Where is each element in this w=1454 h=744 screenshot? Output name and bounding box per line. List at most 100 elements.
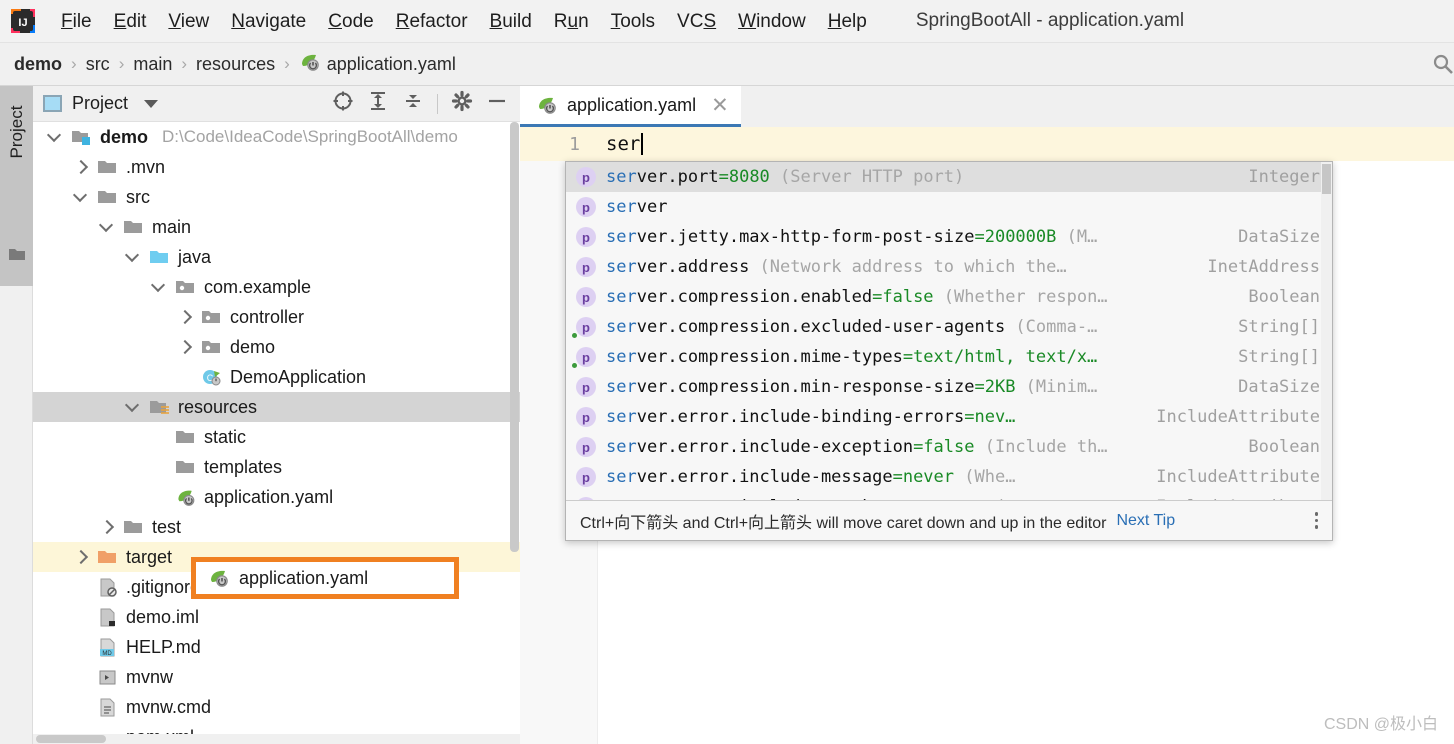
chevron-down-icon[interactable] [47, 129, 63, 145]
completion-item[interactable]: p server.compression.min-response-size=2K… [566, 372, 1332, 402]
tree-node-mvnw[interactable]: mvnw [33, 662, 520, 692]
property-badge-icon: p [572, 347, 596, 368]
close-icon[interactable]: ✕ [711, 95, 729, 116]
chevron-down-icon[interactable] [144, 99, 159, 108]
tree-node-demo-iml[interactable]: demo.iml [33, 602, 520, 632]
chevron-down-icon[interactable] [125, 249, 141, 265]
completion-matched-prefix: ser [606, 197, 637, 217]
code-completion-popup[interactable]: p server.port=8080 (Server HTTP port) Inte… [565, 161, 1333, 541]
tree-node-demoapplication[interactable]: C DemoApplication [33, 362, 520, 392]
iml-file-icon [97, 608, 119, 627]
next-tip-link[interactable]: Next Tip [1116, 512, 1175, 530]
completion-item[interactable]: p server.port=8080 (Server HTTP port) Inte… [566, 162, 1332, 192]
completion-doc-text: ( [985, 497, 1005, 500]
completion-item[interactable]: p server.compression.enabled=false (Wheth… [566, 282, 1332, 312]
tree-node-label: static [204, 426, 247, 447]
completion-default-value: =never [923, 497, 984, 500]
left-tool-window-strip: Project [0, 86, 33, 744]
menu-item-file[interactable]: File [50, 0, 103, 43]
menu-item-run[interactable]: Run [543, 0, 600, 43]
breadcrumb-item-main[interactable]: main [133, 54, 172, 75]
breadcrumb-item-src[interactable]: src [86, 54, 110, 75]
tree-node-templates[interactable]: templates [33, 452, 520, 482]
breadcrumb-item-demo[interactable]: demo [14, 54, 62, 75]
tree-node-demo[interactable]: demo [33, 332, 520, 362]
tree-node-test[interactable]: test [33, 512, 520, 542]
tree-node-com-example[interactable]: com.example [33, 272, 520, 302]
tree-node-src[interactable]: src [33, 182, 520, 212]
completion-item[interactable]: p server.error.include-stacktrace=never (… [566, 492, 1332, 500]
tool-window-label-project: Project [7, 105, 26, 159]
chevron-down-icon[interactable] [99, 219, 115, 235]
completion-default-value: =false [913, 437, 975, 457]
chevron-right-icon[interactable] [73, 549, 89, 565]
gear-icon[interactable] [451, 90, 473, 117]
tree-node-static[interactable]: static [33, 422, 520, 452]
menu-item-help[interactable]: Help [817, 0, 878, 43]
chevron-right-icon[interactable] [99, 519, 115, 535]
completion-item[interactable]: p server.compression.excluded-user-agents… [566, 312, 1332, 342]
window-title: SpringBootAll - application.yaml [915, 10, 1185, 31]
tree-node-label: HELP.md [126, 636, 201, 657]
completion-default-value: =8080 [718, 167, 770, 187]
tree-node-resources[interactable]: resources [33, 392, 520, 422]
tree-node-help-md[interactable]: MD HELP.md [33, 632, 520, 662]
property-badge-icon: p [576, 227, 596, 247]
tree-node-java[interactable]: java [33, 242, 520, 272]
more-vertical-icon[interactable] [1314, 512, 1323, 529]
editor-tab-application-yaml[interactable]: application.yaml ✕ [520, 86, 741, 127]
completion-default-value: =nev… [964, 407, 1016, 427]
chevron-down-icon[interactable] [125, 399, 141, 415]
menu-item-vcs[interactable]: VCS [666, 0, 727, 43]
completion-item-type: Boolean [1248, 437, 1320, 457]
menu-item-tools[interactable]: Tools [600, 0, 666, 43]
menu-item-edit[interactable]: Edit [103, 0, 158, 43]
collapse-all-icon[interactable] [402, 90, 424, 117]
project-tree-scrollbar-horizontal[interactable] [36, 735, 106, 743]
tree-node-label: mvnw.cmd [126, 696, 212, 717]
completion-item-list[interactable]: p server.port=8080 (Server HTTP port) Inte… [566, 162, 1332, 500]
expand-all-icon[interactable] [367, 90, 389, 117]
chevron-right-icon[interactable] [177, 339, 193, 355]
menu-item-navigate[interactable]: Navigate [220, 0, 317, 43]
folder-icon [175, 428, 197, 447]
tool-window-button-project[interactable]: Project [0, 86, 33, 286]
chevron-down-icon[interactable] [151, 279, 167, 295]
chevron-right-icon[interactable] [73, 159, 89, 175]
chevron-right-icon[interactable] [177, 309, 193, 325]
completion-item[interactable]: p server.error.include-message=never (Whe… [566, 462, 1332, 492]
tree-node-controller[interactable]: controller [33, 302, 520, 332]
menu-item-refactor[interactable]: Refactor [385, 0, 479, 43]
tree-node-mvnw-cmd[interactable]: mvnw.cmd [33, 692, 520, 722]
tree-node-main[interactable]: main [33, 212, 520, 242]
completion-item[interactable]: p server.address (Network address to whic… [566, 252, 1332, 282]
project-tree[interactable]: demo D:\Code\IdeaCode\SpringBootAll\demo.… [33, 122, 520, 744]
menu-item-code[interactable]: Code [317, 0, 384, 43]
hide-icon[interactable] [486, 90, 508, 117]
tree-node-demo[interactable]: demo D:\Code\IdeaCode\SpringBootAll\demo [33, 122, 520, 152]
editor-line-content[interactable]: ser [606, 127, 644, 161]
search-everywhere-icon[interactable] [1432, 53, 1454, 75]
tree-node-label: target [126, 546, 173, 567]
completion-scrollbar-thumb[interactable] [1322, 164, 1331, 194]
tree-node--mvn[interactable]: .mvn [33, 152, 520, 182]
breadcrumb-item-application-yaml[interactable]: application.yaml [299, 52, 456, 77]
menu-item-view[interactable]: View [157, 0, 220, 43]
tree-node-label: templates [204, 456, 283, 477]
menu-item-build[interactable]: Build [479, 0, 543, 43]
completion-item[interactable]: p server.error.include-exception=false (I… [566, 432, 1332, 462]
completion-item-text: server.compression.mime-types=text/html,… [606, 347, 1097, 367]
tree-node-application-yaml[interactable]: application.yaml [33, 482, 520, 512]
chevron-down-icon[interactable] [73, 189, 89, 205]
completion-item[interactable]: p server.error.include-binding-errors=nev… [566, 402, 1332, 432]
completion-item[interactable]: p server.compression.mime-types=text/html… [566, 342, 1332, 372]
breadcrumb-item-resources[interactable]: resources [196, 54, 275, 75]
select-opened-file-icon[interactable] [332, 90, 354, 117]
completion-item[interactable]: p server [566, 192, 1332, 222]
project-tree-scrollbar-vertical[interactable] [510, 122, 519, 552]
completion-matched-prefix: ser [606, 467, 637, 487]
menu-item-window[interactable]: Window [727, 0, 817, 43]
completion-item[interactable]: p server.jetty.max-http-form-post-size=20… [566, 222, 1332, 252]
